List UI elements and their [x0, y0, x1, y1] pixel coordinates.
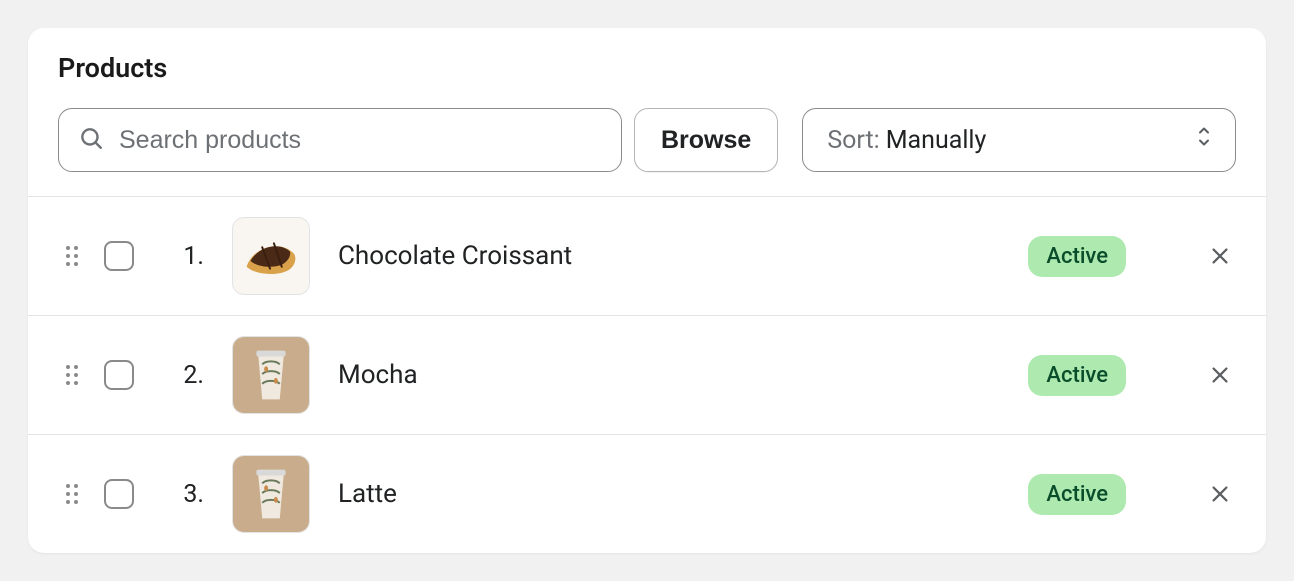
row-index: 1.: [142, 242, 232, 271]
search-icon: [78, 125, 104, 155]
product-name: Latte: [310, 479, 1028, 509]
status-badge: Active: [1028, 355, 1126, 396]
product-name: Mocha: [310, 360, 1028, 390]
remove-button[interactable]: [1204, 359, 1236, 391]
drag-handle-icon[interactable]: [58, 243, 86, 269]
status-badge: Active: [1028, 236, 1126, 277]
row-checkbox[interactable]: [104, 360, 134, 390]
product-row: 1. Chocolate Croissant Active: [28, 197, 1266, 316]
card-title: Products: [58, 52, 1236, 84]
row-index: 3.: [142, 480, 232, 509]
search-field-wrap: [58, 108, 622, 172]
product-row: 2. Mocha Active: [28, 316, 1266, 435]
product-thumbnail: [232, 217, 310, 295]
product-list: 1. Chocolate Croissant Active 2.: [28, 196, 1266, 553]
product-row: 3. Latte Active: [28, 435, 1266, 553]
remove-button[interactable]: [1204, 240, 1236, 272]
sort-value: Manually: [886, 126, 987, 155]
product-thumbnail: [232, 336, 310, 414]
row-checkbox[interactable]: [104, 479, 134, 509]
controls-row: Browse Sort: Manually: [28, 84, 1266, 196]
drag-handle-icon[interactable]: [58, 481, 86, 507]
browse-button[interactable]: Browse: [634, 108, 778, 172]
products-card: Products Browse Sort: Manually: [28, 28, 1266, 553]
card-header: Products: [28, 28, 1266, 84]
product-name: Chocolate Croissant: [310, 241, 1028, 271]
chevron-up-down-icon: [1195, 125, 1213, 156]
row-checkbox[interactable]: [104, 241, 134, 271]
remove-button[interactable]: [1204, 478, 1236, 510]
row-index: 2.: [142, 361, 232, 390]
search-input[interactable]: [58, 108, 622, 172]
sort-select[interactable]: Sort: Manually: [802, 108, 1236, 172]
product-thumbnail: [232, 455, 310, 533]
sort-prefix-label: Sort:: [827, 126, 879, 155]
drag-handle-icon[interactable]: [58, 362, 86, 388]
status-badge: Active: [1028, 474, 1126, 515]
